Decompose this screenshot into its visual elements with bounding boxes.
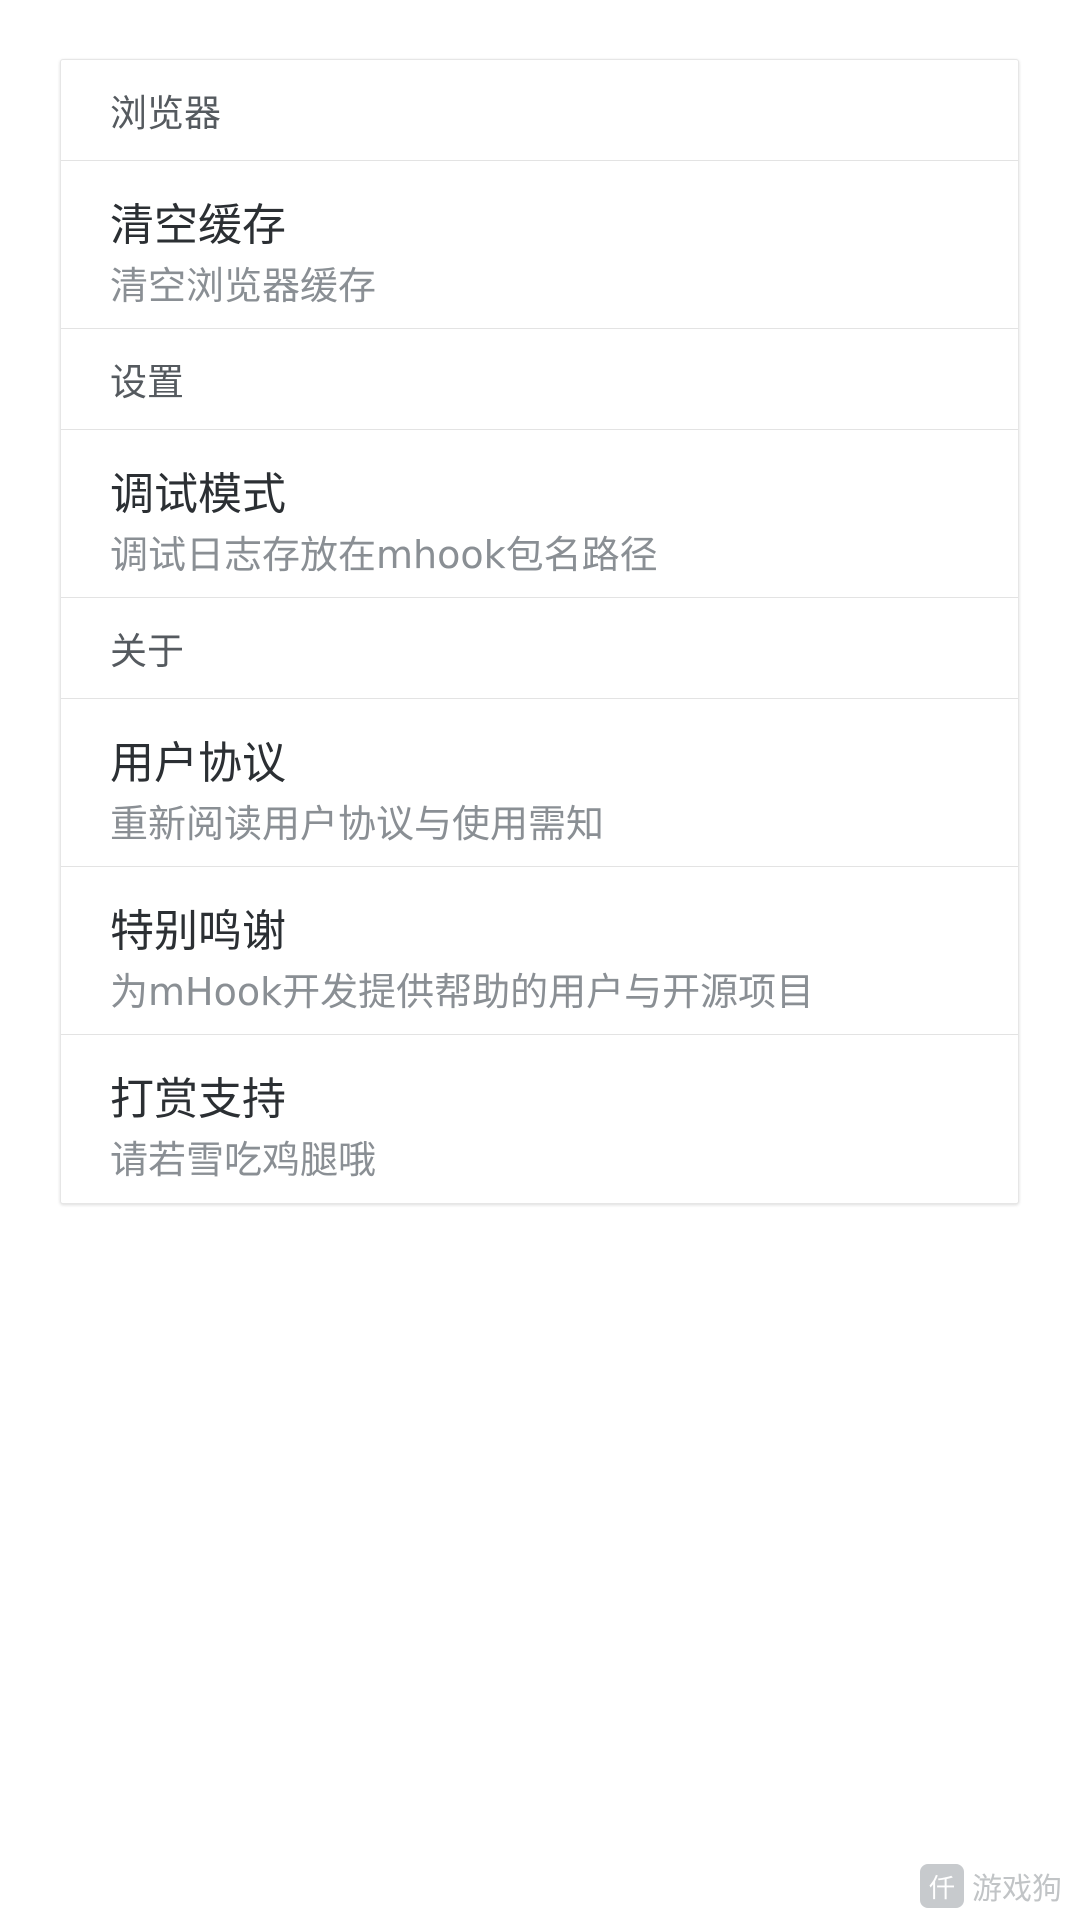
clear-cache-subtitle: 清空浏览器缓存	[110, 264, 377, 308]
section-header-browser: 浏览器	[61, 60, 1018, 161]
clear-cache-title: 清空缓存	[110, 200, 286, 251]
section-header-settings: 设置	[61, 329, 1018, 430]
user-agreement-subtitle: 重新阅读用户协议与使用需知	[110, 802, 605, 846]
section-header-label: 浏览器	[110, 92, 221, 135]
section-header-about: 关于	[61, 598, 1018, 699]
debug-mode-item[interactable]: 调试模式 调试日志存放在mhook包名路径	[61, 430, 1018, 598]
donate-item[interactable]: 打赏支持 请若雪吃鸡腿哦	[61, 1035, 1018, 1203]
special-thanks-title: 特别鸣谢	[110, 906, 286, 957]
user-agreement-item[interactable]: 用户协议 重新阅读用户协议与使用需知	[61, 699, 1018, 867]
settings-card: 浏览器 清空缓存 清空浏览器缓存 设置 调试模式 调试日志存放在mhook包名路…	[60, 59, 1019, 1204]
section-header-label: 设置	[110, 361, 184, 404]
clear-cache-item[interactable]: 清空缓存 清空浏览器缓存	[61, 161, 1018, 329]
debug-mode-subtitle: 调试日志存放在mhook包名路径	[110, 533, 658, 577]
section-header-label: 关于	[110, 630, 184, 673]
watermark-text: 游戏狗	[972, 1872, 1062, 1907]
special-thanks-item[interactable]: 特别鸣谢 为mHook开发提供帮助的用户与开源项目	[61, 867, 1018, 1035]
watermark: 仟 游戏狗	[920, 1864, 1062, 1908]
donate-subtitle: 请若雪吃鸡腿哦	[110, 1138, 377, 1182]
watermark-logo: 仟	[920, 1864, 964, 1908]
special-thanks-subtitle: 为mHook开发提供帮助的用户与开源项目	[110, 970, 815, 1014]
user-agreement-title: 用户协议	[110, 738, 286, 789]
donate-title: 打赏支持	[110, 1074, 286, 1125]
debug-mode-title: 调试模式	[110, 469, 286, 520]
